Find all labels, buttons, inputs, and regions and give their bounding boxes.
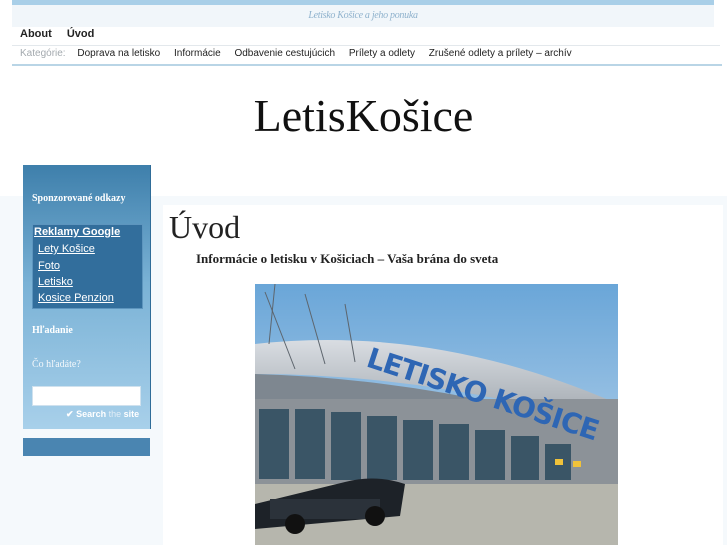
ad-link-foto[interactable]: Foto — [38, 260, 60, 272]
ad-box: Reklamy Google Lety Košice Foto Letisko … — [32, 224, 143, 309]
ad-link-kosice-penzion[interactable]: Kosice Penzion — [38, 292, 114, 304]
sidebar-widget-bar — [23, 438, 150, 456]
category-nav: Kategórie: Doprava na letisko Informácie… — [20, 48, 583, 64]
site-tagline: Letisko Košice a jeho ponuka — [12, 5, 714, 27]
nav-item-about[interactable]: About — [20, 28, 52, 40]
site-title[interactable]: LetisKošice — [0, 88, 727, 144]
sponsored-heading: Sponzorované odkazy — [32, 193, 126, 204]
divider — [12, 45, 720, 46]
pages-nav: About Úvod — [20, 28, 106, 44]
airport-photo: LETISKO KOŠICE — [255, 284, 618, 545]
category-nav-label: Kategórie: — [20, 48, 66, 59]
divider — [12, 64, 722, 66]
category-item-informacie[interactable]: Informácie — [174, 48, 221, 59]
nav-item-uvod[interactable]: Úvod — [67, 28, 95, 40]
search-label: Čo hľadáte? — [32, 359, 81, 370]
page-title: Úvod — [169, 209, 241, 245]
ad-link-letisko[interactable]: Letisko — [38, 276, 73, 288]
search-heading: Hľadanie — [32, 325, 73, 336]
search-button-text-2: the — [108, 409, 122, 419]
check-icon: ✔ — [66, 409, 74, 419]
search-input[interactable] — [32, 386, 141, 406]
intro-text: Informácie o letisku v Košiciach – Vaša … — [196, 251, 499, 266]
sidebar: Sponzorované odkazy Reklamy Google Lety … — [23, 165, 151, 429]
ads-title-link[interactable]: Reklamy Google — [34, 226, 120, 238]
category-item-prilety[interactable]: Prílety a odlety — [349, 48, 415, 59]
search-button-text-3: site — [123, 409, 140, 419]
search-button-text-1: Search — [76, 409, 107, 419]
search-button[interactable]: ✔ Search the site — [66, 409, 139, 420]
category-item-doprava[interactable]: Doprava na letisko — [77, 48, 160, 59]
ad-link-lety-kosice[interactable]: Lety Košice — [38, 243, 95, 255]
category-item-archiv[interactable]: Zrušené odlety a prílety – archív — [429, 48, 572, 59]
category-item-odbavenie[interactable]: Odbavenie cestujúcich — [234, 48, 335, 59]
